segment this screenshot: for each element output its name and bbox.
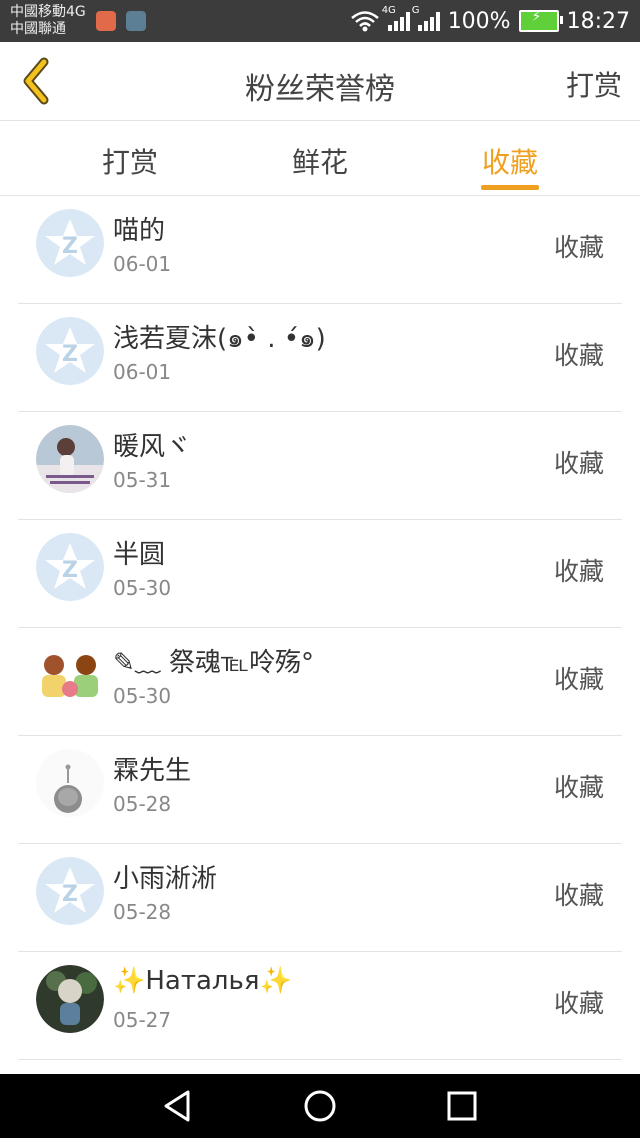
battery-percent: 100% xyxy=(447,8,511,34)
list-item[interactable]: Z 半圆 05-30 收藏 xyxy=(0,520,640,628)
item-action: 收藏 xyxy=(553,665,604,694)
recents-square-icon[interactable] xyxy=(444,1088,480,1124)
avatar[interactable]: Z xyxy=(36,857,104,925)
list-item[interactable]: 霖先生 05-28 收藏 xyxy=(0,736,640,844)
page-title: 粉丝荣誉榜 xyxy=(245,72,395,107)
item-name: 喵的 xyxy=(113,216,166,246)
list-item[interactable]: Z 小雨淅淅 05-28 收藏 xyxy=(0,844,640,952)
reward-button[interactable]: 打赏 xyxy=(566,64,622,104)
item-name: ✨Наталья✨ xyxy=(113,966,292,996)
item-name: 小雨淅淅 xyxy=(113,864,218,894)
svg-text:Z: Z xyxy=(62,882,78,907)
item-action: 收藏 xyxy=(553,449,604,478)
tab-flowers[interactable]: 鲜花 xyxy=(292,141,348,181)
battery-icon: ⚡ xyxy=(518,9,563,32)
item-date: 06-01 xyxy=(113,252,172,276)
item-action: 收藏 xyxy=(553,341,604,370)
item-date: 06-01 xyxy=(113,360,172,384)
fan-list: Z 喵的 06-01 收藏 Z 浅若夏沫(๑•̀ . •́๑) 06-01 收藏 xyxy=(0,196,640,1060)
avatar[interactable] xyxy=(36,425,104,493)
wifi-icon xyxy=(350,11,379,32)
item-action: 收藏 xyxy=(553,557,604,586)
list-item[interactable]: 暖风ヾ 05-31 收藏 xyxy=(0,412,640,520)
item-name: 霖先生 xyxy=(113,756,192,786)
item-action: 收藏 xyxy=(553,233,604,262)
signal-icon-1: 4G xyxy=(382,5,410,31)
network-type-1: 4G xyxy=(381,5,396,16)
tab-bar: 打赏 鲜花 收藏 xyxy=(0,121,640,196)
navigation-bar xyxy=(0,1074,640,1138)
clock: 18:27 xyxy=(566,8,630,34)
svg-text:Z: Z xyxy=(62,234,78,259)
avatar[interactable] xyxy=(36,749,104,817)
item-action: 收藏 xyxy=(553,881,604,910)
svg-text:Z: Z xyxy=(62,558,78,583)
app-header: 粉丝荣誉榜 打赏 xyxy=(0,42,640,121)
divider xyxy=(18,1059,622,1060)
item-name: ✎﹏ 祭魂℡呤殇° xyxy=(113,648,314,678)
item-name: 半圆 xyxy=(113,540,166,570)
item-date: 05-31 xyxy=(113,468,172,492)
carrier-2: 中國聯通 xyxy=(10,21,66,37)
list-item[interactable]: Z 喵的 06-01 收藏 xyxy=(0,196,640,304)
home-circle-icon[interactable] xyxy=(302,1088,338,1124)
tab-reward[interactable]: 打赏 xyxy=(102,141,158,181)
list-item[interactable]: ✨Наталья✨ 05-27 收藏 xyxy=(0,952,640,1060)
carrier-info: 中國移動4G 中國聯通 xyxy=(10,4,86,38)
avatar[interactable] xyxy=(36,965,104,1033)
carrier-1: 中國移動4G xyxy=(10,4,86,20)
network-type-2: G xyxy=(411,5,420,16)
list-item[interactable]: Z 浅若夏沫(๑•̀ . •́๑) 06-01 收藏 xyxy=(0,304,640,412)
svg-text:Z: Z xyxy=(62,342,78,367)
item-date: 05-30 xyxy=(113,576,172,600)
status-bar: 中國移動4G 中國聯通 4G G 100% ⚡ 18:27 xyxy=(0,0,640,42)
avatar[interactable]: Z xyxy=(36,533,104,601)
item-date: 05-30 xyxy=(113,684,172,708)
back-triangle-icon[interactable] xyxy=(160,1088,196,1124)
avatar[interactable] xyxy=(36,641,104,709)
notification-app-icon xyxy=(96,11,116,31)
item-action: 收藏 xyxy=(553,989,604,1018)
gallery-app-icon xyxy=(126,11,146,31)
avatar[interactable]: Z xyxy=(36,209,104,277)
item-date: 05-28 xyxy=(113,900,172,924)
active-tab-indicator xyxy=(481,185,539,190)
avatar[interactable]: Z xyxy=(36,317,104,385)
tab-favorites[interactable]: 收藏 xyxy=(482,141,538,181)
item-date: 05-28 xyxy=(113,792,172,816)
signal-icon-2: G xyxy=(412,5,440,31)
list-item[interactable]: ✎﹏ 祭魂℡呤殇° 05-30 收藏 xyxy=(0,628,640,736)
item-date: 05-27 xyxy=(113,1008,172,1032)
item-name: 浅若夏沫(๑•̀ . •́๑) xyxy=(113,324,326,354)
item-action: 收藏 xyxy=(553,773,604,802)
item-name: 暖风ヾ xyxy=(113,432,192,462)
